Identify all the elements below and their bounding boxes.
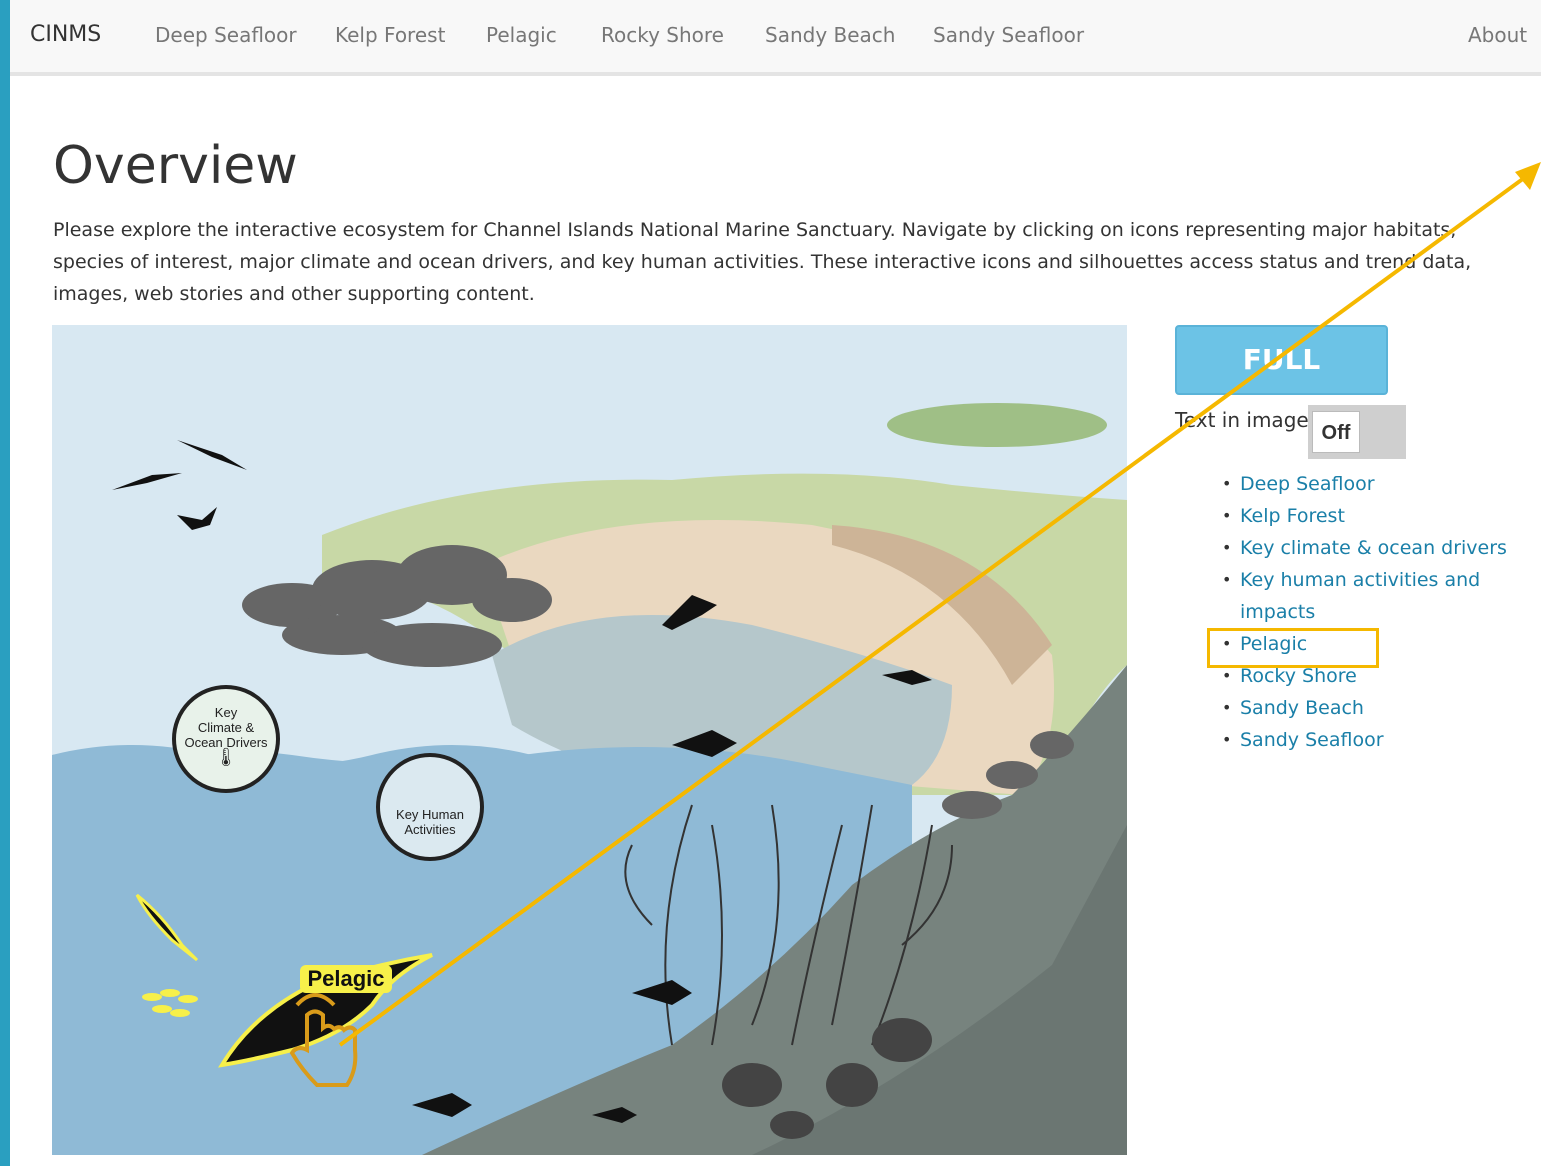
text-in-image-label: Text in image: <box>1175 408 1316 432</box>
habitat-link-human-activities[interactable]: Key human activities and impacts <box>1218 564 1488 628</box>
nav-link-kelp-forest[interactable]: Kelp Forest <box>335 23 445 47</box>
human-activities-badge[interactable]: Key Human Activities <box>376 753 484 861</box>
nav-link-pelagic[interactable]: Pelagic <box>486 23 557 47</box>
nav-link-rocky-shore[interactable]: Rocky Shore <box>601 23 724 47</box>
pelagic-label[interactable]: Pelagic <box>307 966 384 991</box>
thermometer-icon: 🌡 <box>214 747 238 767</box>
climate-drivers-badge[interactable]: Key Climate & Ocean Drivers 🌡 <box>172 685 280 793</box>
ecosystem-scene[interactable]: Pelagic Key Climate & Ocean Drivers 🌡 Ke… <box>52 325 1127 1155</box>
climate-badge-line-1: Key <box>214 705 238 720</box>
brand-link[interactable]: CINMS <box>30 22 101 47</box>
habitat-link-kelp-forest[interactable]: Kelp Forest <box>1218 500 1538 532</box>
text-in-image-toggle[interactable]: Off <box>1308 405 1406 459</box>
habitat-link-sandy-seafloor[interactable]: Sandy Seafloor <box>1218 724 1538 756</box>
navbar: CINMS Deep Seafloor Kelp Forest Pelagic … <box>10 0 1541 76</box>
island-illustration <box>887 403 1107 447</box>
habitat-link-deep-seafloor[interactable]: Deep Seafloor <box>1218 468 1538 500</box>
habitat-link-list: Deep Seafloor Kelp Forest Key climate & … <box>1218 468 1538 756</box>
climate-badge-line-2: Climate & <box>197 720 255 735</box>
habitat-link-sandy-beach[interactable]: Sandy Beach <box>1218 692 1538 724</box>
pelagic-highlight-box <box>1207 628 1379 668</box>
nav-link-deep-seafloor[interactable]: Deep Seafloor <box>155 23 297 47</box>
human-badge-line-2: Activities <box>404 822 456 837</box>
page-title: Overview <box>53 136 298 196</box>
page: CINMS Deep Seafloor Kelp Forest Pelagic … <box>10 0 1541 1166</box>
toggle-value: Off <box>1312 411 1360 453</box>
intro-text: Please explore the interactive ecosystem… <box>53 219 1472 305</box>
nav-link-sandy-seafloor[interactable]: Sandy Seafloor <box>933 23 1084 47</box>
full-screen-button[interactable]: FULL SCREEN <box>1175 325 1388 442</box>
arrow-head-icon <box>1515 162 1541 190</box>
human-badge-line-1: Key Human <box>396 807 464 822</box>
nav-link-about[interactable]: About <box>1468 23 1527 47</box>
habitat-link-climate-drivers[interactable]: Key climate & ocean drivers <box>1218 532 1538 564</box>
nav-link-sandy-beach[interactable]: Sandy Beach <box>765 23 895 47</box>
